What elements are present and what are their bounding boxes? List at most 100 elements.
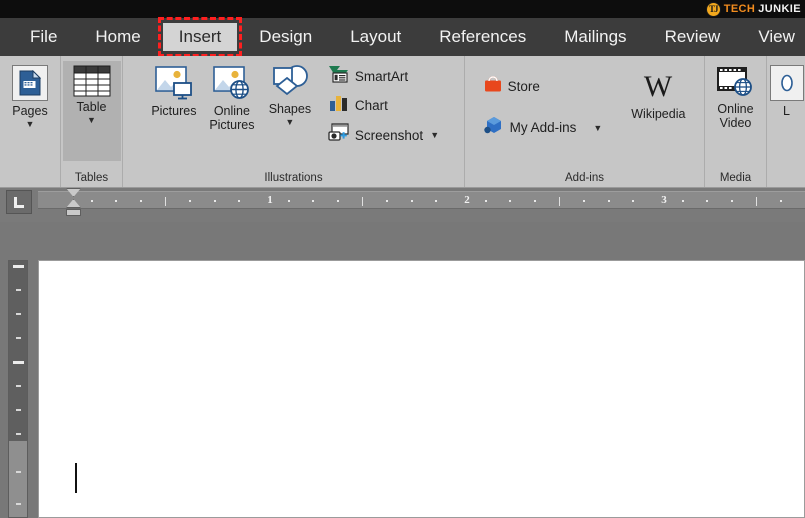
- ribbon-group-links: L: [766, 56, 805, 187]
- left-indent-marker[interactable]: [66, 209, 81, 216]
- vruler-tick: [16, 385, 21, 387]
- screenshot-button-label: Screenshot: [354, 127, 424, 143]
- ruler-tick: [386, 200, 389, 202]
- ruler-tick: [632, 200, 635, 202]
- ribbon-tab-view[interactable]: View: [742, 23, 805, 51]
- my-add-ins-button[interactable]: My Add-ins ▼: [480, 114, 606, 141]
- ruler-tick: [755, 197, 757, 206]
- ribbon-group-illustrations: Pictures Online Pictures Shapes ▼ SmartA…: [122, 56, 464, 187]
- store-icon: [483, 74, 503, 99]
- horizontal-ruler[interactable]: 1 2 3: [38, 191, 805, 209]
- table-button[interactable]: Table ▼: [62, 61, 121, 161]
- smartart-button[interactable]: SmartArt: [325, 64, 442, 89]
- wikipedia-button[interactable]: W Wikipedia: [619, 70, 697, 121]
- ruler-tick: [361, 197, 363, 206]
- smartart-icon: [328, 65, 350, 88]
- ruler-tick: [213, 200, 216, 202]
- title-bar: TJ TECH JUNKIE: [0, 0, 805, 18]
- pages-button-label: Pages: [12, 104, 48, 118]
- vruler-tick: [16, 289, 21, 291]
- my-add-ins-button-label: My Add-ins: [509, 120, 577, 135]
- ruler-tick: [558, 197, 560, 206]
- ribbon: Pages ▼ Table ▼ Tables Pictures Online P…: [0, 56, 805, 188]
- vruler-tick: [16, 313, 21, 315]
- ribbon-tab-mailings[interactable]: Mailings: [548, 23, 642, 51]
- ribbon-tab-insert[interactable]: Insert: [157, 17, 243, 57]
- pages-dropdown-caret-icon[interactable]: ▼: [26, 120, 35, 129]
- techjunkie-badge-text: TJ: [708, 3, 718, 14]
- ribbon-group-label-tables: Tables: [74, 172, 109, 184]
- vruler-tick: [13, 361, 24, 364]
- vertical-ruler-margin: [9, 261, 27, 441]
- shapes-button[interactable]: Shapes ▼: [261, 61, 319, 127]
- online-pictures-button-label: Online Pictures: [209, 104, 255, 132]
- online-video-button[interactable]: Online Video: [707, 61, 765, 130]
- link-icon: [769, 65, 804, 101]
- vertical-ruler[interactable]: [8, 260, 28, 518]
- svg-text:W: W: [644, 70, 673, 103]
- ruler-number: 1: [267, 194, 273, 206]
- ribbon-group-label-links: [771, 168, 802, 187]
- online-picture-icon: [212, 65, 252, 101]
- shapes-dropdown-caret-icon[interactable]: ▼: [285, 118, 294, 127]
- table-icon: [73, 65, 111, 97]
- ribbon-tab-home[interactable]: Home: [79, 23, 156, 51]
- chart-button-label: Chart: [354, 98, 388, 113]
- ruler-tick: [607, 200, 610, 202]
- techjunkie-logo: TJ TECH JUNKIE: [705, 0, 801, 18]
- chart-button[interactable]: Chart: [325, 93, 442, 118]
- shapes-icon: [269, 65, 311, 99]
- vruler-tick: [16, 503, 21, 505]
- ribbon-tab-file[interactable]: File: [14, 23, 73, 51]
- text-cursor: [75, 463, 77, 493]
- ruler-tick: [189, 200, 192, 202]
- pictures-button-label: Pictures: [151, 104, 197, 118]
- wikipedia-button-label: Wikipedia: [631, 107, 686, 121]
- screenshot-dropdown-caret-icon[interactable]: ▼: [430, 130, 439, 140]
- online-pictures-button[interactable]: Online Pictures: [203, 61, 261, 132]
- ruler-tick: [533, 200, 536, 202]
- ribbon-group-label-addins: Add-ins: [565, 172, 604, 184]
- document-page[interactable]: [38, 260, 805, 518]
- ruler-tick: [681, 200, 684, 202]
- ruler-bar: 1 2 3: [0, 188, 805, 222]
- vertical-ruler-body: [9, 441, 27, 517]
- ribbon-tabs: File Home Insert Design Layout References Mail…: [0, 17, 805, 57]
- ribbon-tab-label: Mailings: [564, 27, 627, 46]
- vruler-tick: [16, 471, 21, 473]
- ribbon-tab-label: Review: [664, 27, 721, 46]
- ruler-tick: [780, 200, 783, 202]
- tab-highlight-box: [157, 17, 243, 57]
- ruler-tick: [139, 200, 142, 202]
- ruler-number: 2: [464, 194, 470, 206]
- ruler-tick: [287, 200, 290, 202]
- ruler-tick: [336, 200, 339, 202]
- addins-icon: [483, 115, 505, 140]
- tab-stop-selector[interactable]: [6, 190, 32, 214]
- ribbon-tab-references[interactable]: References: [423, 23, 542, 51]
- my-add-ins-dropdown-caret-icon[interactable]: ▼: [593, 123, 602, 133]
- online-video-icon: [715, 65, 757, 99]
- smartart-button-label: SmartArt: [354, 69, 409, 84]
- ruler-tick: [312, 200, 315, 202]
- pictures-button[interactable]: Pictures: [145, 61, 203, 118]
- links-button[interactable]: L: [767, 61, 805, 118]
- page-icon: [12, 65, 48, 101]
- pages-button[interactable]: Pages ▼: [1, 61, 59, 129]
- ribbon-group-label-illustrations: Illustrations: [264, 172, 323, 184]
- screenshot-button[interactable]: Screenshot ▼: [325, 122, 442, 148]
- chart-icon: [328, 94, 350, 117]
- ribbon-tab-design[interactable]: Design: [243, 23, 328, 51]
- ruler-tick: [90, 200, 93, 202]
- ruler-tick: [730, 200, 733, 202]
- ruler-tick: [238, 200, 241, 202]
- table-dropdown-caret-icon[interactable]: ▼: [87, 116, 96, 125]
- links-button-label: L: [783, 104, 790, 118]
- ribbon-tab-label: View: [758, 27, 795, 46]
- ruler-tick: [410, 200, 413, 202]
- ribbon-tab-label: References: [439, 27, 527, 46]
- picture-icon: [154, 65, 194, 101]
- ribbon-tab-review[interactable]: Review: [649, 23, 737, 51]
- ribbon-tab-layout[interactable]: Layout: [334, 23, 417, 51]
- store-button[interactable]: Store: [480, 73, 606, 100]
